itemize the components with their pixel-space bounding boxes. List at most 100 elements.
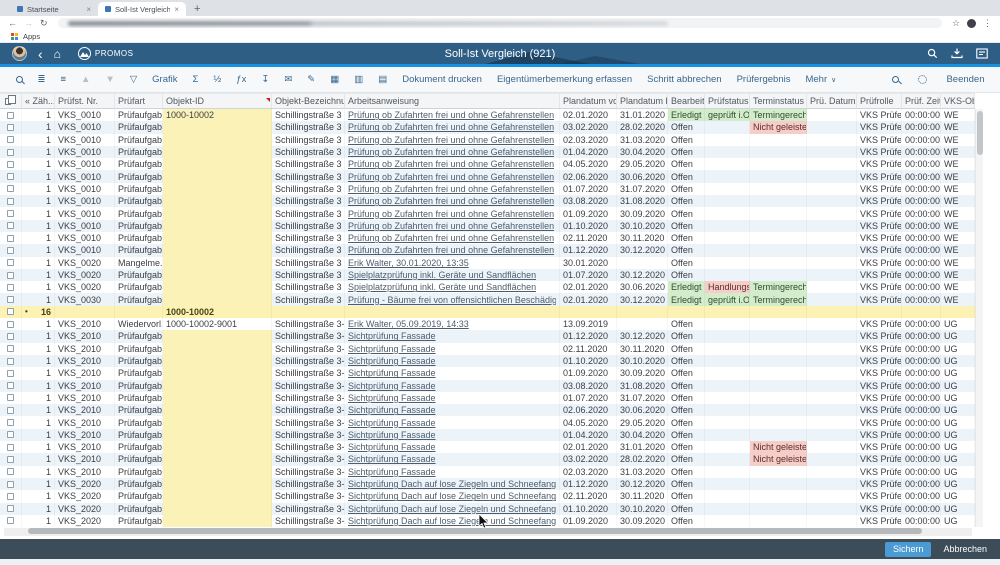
row-checkbox[interactable] [7, 505, 14, 512]
bookmark-star-icon[interactable]: ☆ [952, 19, 960, 28]
grafik-button[interactable]: Grafik [145, 74, 185, 85]
back-icon[interactable]: ‹ [38, 47, 43, 61]
arbeitsanweisung-link[interactable]: Sichtprüfung Fassade [348, 454, 436, 464]
arbeitsanweisung-link[interactable]: Erik Walter, 30.01.2020, 13:35 [348, 258, 469, 268]
row-checkbox[interactable] [7, 161, 14, 168]
forward-icon[interactable]: → [24, 19, 33, 28]
grid-view-icon[interactable]: ▦ [323, 74, 347, 85]
row-checkbox[interactable] [7, 235, 14, 242]
row-checkbox[interactable] [7, 210, 14, 217]
arbeitsanweisung-link[interactable]: Prüfung ob Zufahrten frei und ohne Gefah… [348, 159, 554, 169]
subtotal-icon[interactable]: ½ [206, 74, 229, 85]
download-icon[interactable]: ↧ [254, 74, 277, 85]
row-checkbox[interactable] [7, 149, 14, 156]
column-header-vks[interactable]: VKS-Obj... [941, 94, 975, 108]
mehr-button[interactable]: Mehr∨ [798, 74, 844, 85]
column-header-bis[interactable]: Plandatum bis [617, 94, 668, 108]
row-checkbox[interactable] [7, 308, 14, 315]
row-checkbox[interactable] [7, 124, 14, 131]
arbeitsanweisung-link[interactable]: Prüfung ob Zufahrten frei und ohne Gefah… [348, 135, 554, 145]
apps-grid-icon[interactable] [11, 33, 18, 40]
row-checkbox[interactable] [7, 272, 14, 279]
back-icon[interactable]: ← [8, 19, 17, 28]
horizontal-scrollbar-thumb[interactable] [28, 528, 922, 534]
copy-column-header[interactable] [0, 94, 22, 108]
row-checkbox[interactable] [7, 345, 14, 352]
row-checkbox[interactable] [7, 431, 14, 438]
arbeitsanweisung-link[interactable]: Sichtprüfung Dach auf lose Ziegeln und S… [348, 504, 556, 514]
arbeitsanweisung-link[interactable]: Spielplatzprüfung inkl. Geräte und Sandf… [348, 270, 536, 280]
shell-search-icon[interactable] [927, 48, 938, 59]
row-checkbox[interactable] [7, 247, 14, 254]
row-checkbox[interactable] [7, 407, 14, 414]
column-header-art[interactable]: Prüfart [115, 94, 163, 108]
reload-icon[interactable]: ↻ [40, 19, 48, 28]
arbeitsanweisung-link[interactable]: Sichtprüfung Fassade [348, 331, 436, 341]
signature-icon[interactable]: ✎ [300, 74, 323, 85]
arbeitsanweisung-link[interactable]: Sichtprüfung Dach auf lose Ziegeln und S… [348, 479, 556, 489]
row-checkbox[interactable] [7, 394, 14, 401]
arbeitsanweisung-link[interactable]: Sichtprüfung Fassade [348, 467, 436, 477]
arbeitsanweisung-link[interactable]: Prüfung ob Zufahrten frei und ohne Gefah… [348, 122, 554, 132]
arbeitsanweisung-link[interactable]: Sichtprüfung Fassade [348, 430, 436, 440]
zoom-search-icon[interactable] [8, 76, 30, 83]
arbeitsanweisung-link[interactable]: Prüfung ob Zufahrten frei und ohne Gefah… [348, 221, 554, 231]
beenden-button[interactable]: Beenden [939, 74, 992, 85]
row-checkbox[interactable] [7, 198, 14, 205]
row-checkbox[interactable] [7, 333, 14, 340]
shell-panel-icon[interactable] [976, 48, 988, 59]
select-list-icon[interactable]: ≣ [30, 74, 53, 85]
row-checkbox[interactable] [7, 136, 14, 143]
row-checkbox[interactable] [7, 468, 14, 475]
formula-icon[interactable]: ƒx [229, 74, 254, 85]
arbeitsanweisung-link[interactable]: Prüfung ob Zufahrten frei und ohne Gefah… [348, 209, 554, 219]
row-checkbox[interactable] [7, 382, 14, 389]
column-header-z[interactable]: « Zäh... [22, 94, 55, 108]
address-bar[interactable] [58, 18, 942, 28]
arbeitsanweisung-link[interactable]: Sichtprüfung Fassade [348, 405, 436, 415]
arbeitsanweisung-link[interactable]: Prüfung ob Zufahrten frei und ohne Gefah… [348, 147, 554, 157]
column-header-bea[interactable]: Bearbeit. [668, 94, 705, 108]
user-avatar[interactable] [12, 46, 27, 61]
arbeitsanweisung-link[interactable]: Sichtprüfung Fassade [348, 344, 436, 354]
column-header-pst[interactable]: Prüfstatus [705, 94, 750, 108]
arbeitsanweisung-link[interactable]: Sichtprüfung Fassade [348, 356, 436, 366]
arbeitsanweisung-link[interactable]: Prüfung ob Zufahrten frei und ohne Gefah… [348, 233, 554, 243]
settings-icon[interactable] [911, 75, 935, 84]
column-header-rol[interactable]: Prüfrolle [857, 94, 902, 108]
row-checkbox[interactable] [7, 259, 14, 266]
arbeitsanweisung-link[interactable]: Sichtprüfung Fassade [348, 393, 436, 403]
row-checkbox[interactable] [7, 456, 14, 463]
bookmarks-apps-label[interactable]: Apps [23, 32, 40, 41]
filter-icon[interactable]: ▽ [122, 74, 144, 85]
column-header-von[interactable]: Plandatum von [560, 94, 617, 108]
row-checkbox[interactable] [7, 112, 14, 119]
browser-menu-icon[interactable]: ⋮ [983, 19, 992, 28]
arbeitsanweisung-link[interactable]: Prüfung ob Zufahrten frei und ohne Gefah… [348, 184, 554, 194]
arbeitsanweisung-link[interactable]: Sichtprüfung Dach auf lose Ziegeln und S… [348, 516, 556, 526]
browser-profile-avatar[interactable] [967, 19, 976, 28]
arbeitsanweisung-link[interactable]: Spielplatzprüfung inkl. Geräte und Sandf… [348, 282, 536, 292]
tab-close-icon[interactable]: × [174, 5, 179, 14]
arbeitsanweisung-link[interactable]: Erik Walter, 05.09.2019, 14:33 [348, 319, 469, 329]
email-icon[interactable]: ✉ [277, 74, 300, 85]
tab-close-icon[interactable]: × [86, 5, 91, 14]
row-checkbox[interactable] [7, 185, 14, 192]
row-checkbox[interactable] [7, 321, 14, 328]
browser-tab-soll-ist[interactable]: Soll-Ist Vergleich (921) × [98, 2, 186, 16]
sum-icon[interactable]: Σ [185, 74, 206, 85]
schritt-abbrechen-button[interactable]: Schritt abbrechen [640, 74, 729, 85]
vertical-scrollbar[interactable] [975, 109, 983, 527]
row-checkbox[interactable] [7, 284, 14, 291]
arbeitsanweisung-link[interactable]: Prüfung ob Zufahrten frei und ohne Gefah… [348, 172, 554, 182]
pruefergebnis-button[interactable]: Prüfergebnis [729, 74, 798, 85]
home-icon[interactable]: ⌂ [54, 48, 61, 60]
search-icon[interactable] [885, 76, 907, 83]
grid-settings-icon[interactable]: ▤ [371, 74, 395, 85]
column-header-zeit[interactable]: Prüf. Zeit [902, 94, 941, 108]
column-header-bez[interactable]: Objekt-Bezeichnung [272, 94, 345, 108]
detail-list-icon[interactable]: ≡ [53, 74, 74, 85]
row-checkbox[interactable] [7, 173, 14, 180]
column-header-arb[interactable]: Arbeitsanweisung [345, 94, 560, 108]
arbeitsanweisung-link[interactable]: Sichtprüfung Fassade [348, 368, 436, 378]
